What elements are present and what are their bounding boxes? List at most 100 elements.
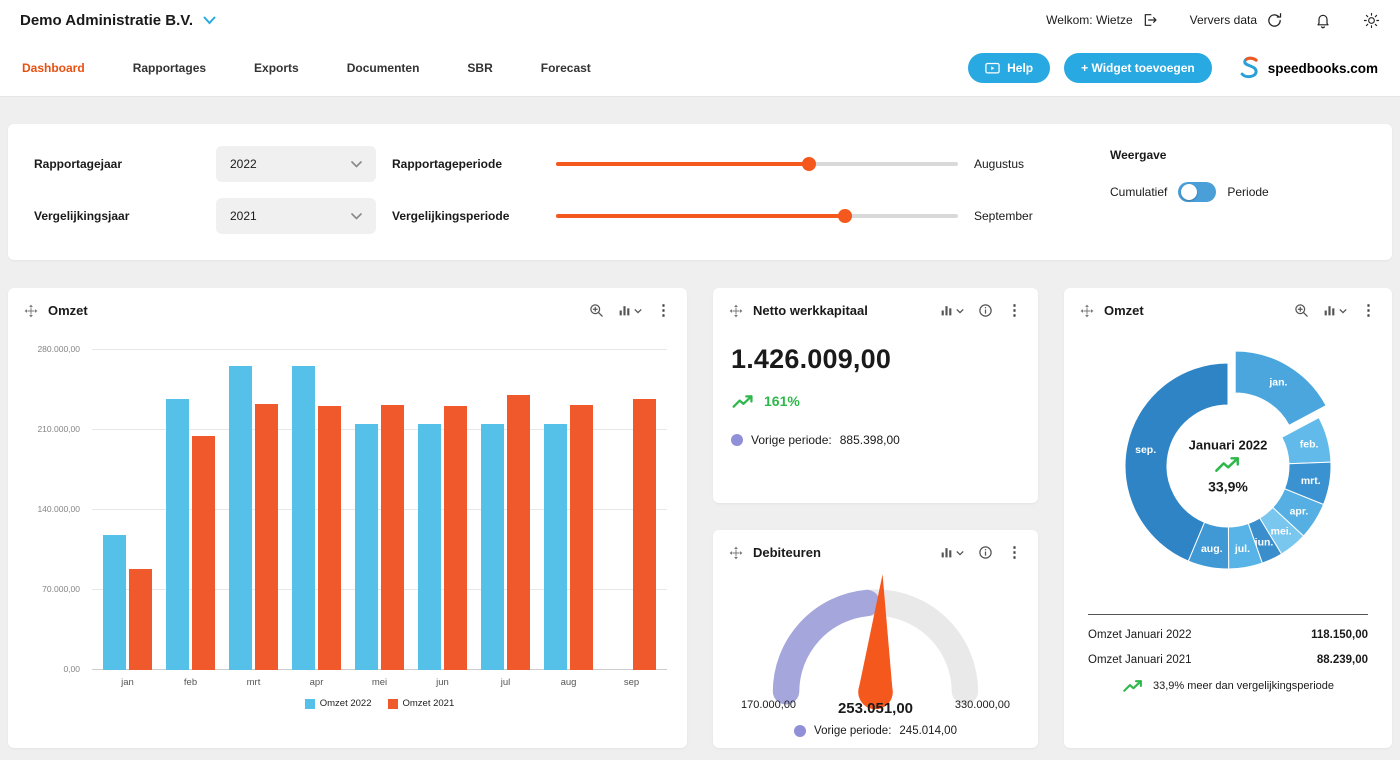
welcome-user[interactable]: Welkom: Wietze [1046, 12, 1157, 28]
brand-logo: speedbooks.com [1236, 54, 1378, 82]
zoom-icon[interactable] [1294, 303, 1309, 318]
nwk-percent: 161% [764, 393, 800, 409]
report-period-slider[interactable] [556, 156, 958, 172]
x-axis-tick: apr [310, 677, 324, 688]
drag-handle-icon[interactable] [729, 304, 743, 318]
donut-summary-row: Omzet Januari 2022 118.150,00 [1088, 629, 1368, 641]
gauge-value-label: 253.051,00 [838, 700, 913, 717]
nav-exports[interactable]: Exports [254, 61, 299, 75]
nwk-value: 1.426.009,00 [731, 344, 1020, 375]
info-icon[interactable] [978, 303, 993, 318]
caret-down-icon [634, 308, 642, 314]
y-axis-tick: 210.000,00 [37, 424, 80, 434]
chart-type-select[interactable] [940, 304, 964, 317]
bar-group-sep: sep [607, 350, 656, 670]
slider-knob[interactable] [802, 157, 816, 171]
slider-knob[interactable] [838, 209, 852, 223]
brand-text: speedbooks.com [1268, 61, 1378, 76]
legend-item: Omzet 2021 [388, 698, 455, 709]
refresh-icon[interactable] [1266, 12, 1283, 29]
report-year-select[interactable]: 2022 [216, 146, 376, 182]
chevron-down-icon [351, 213, 362, 220]
x-axis-tick: mei [372, 677, 387, 688]
report-year-value: 2022 [230, 157, 257, 171]
legend-item: Omzet 2022 [305, 698, 372, 709]
drag-handle-icon[interactable] [24, 304, 38, 318]
notifications-bell-icon[interactable] [1315, 11, 1331, 29]
compare-period-value: September [974, 209, 1066, 223]
omzet-bar-chart: 0,0070.000,00140.000,00210.000,00280.000… [92, 350, 667, 670]
caret-down-icon [1339, 308, 1347, 314]
nav-sbr[interactable]: SBR [467, 61, 492, 75]
add-widget-button[interactable]: + Widget toevoegen [1064, 53, 1212, 83]
nav-dashboard[interactable]: Dashboard [22, 61, 85, 75]
weergave-label: Weergave [1110, 148, 1366, 162]
cumulatief-periode-toggle[interactable] [1178, 182, 1216, 202]
compare-period-label: Vergelijkingsperiode [392, 209, 540, 223]
chart-type-select[interactable] [618, 304, 642, 317]
zoom-icon[interactable] [589, 303, 604, 318]
donut-slice-label: mrt. [1301, 475, 1321, 487]
bar-group-aug: aug [544, 350, 593, 670]
trend-up-icon [1122, 679, 1144, 693]
gauge-max-label: 330.000,00 [955, 699, 1010, 711]
bar [166, 399, 189, 670]
gauge-min-label: 170.000,00 [741, 699, 796, 711]
compare-period-slider[interactable] [556, 208, 958, 224]
kebab-menu-icon[interactable]: ⋮ [1361, 303, 1376, 318]
help-button[interactable]: Help [968, 53, 1050, 83]
donut-slice-label: jul. [1234, 543, 1250, 555]
x-axis-tick: jul [501, 677, 511, 688]
nav-rapportages[interactable]: Rapportages [133, 61, 206, 75]
card-title-debiteuren: Debiteuren [753, 545, 821, 560]
bar [444, 406, 467, 670]
bar [229, 366, 252, 670]
chart-type-select[interactable] [940, 546, 964, 559]
chevron-down-icon [351, 161, 362, 168]
chart-type-select[interactable] [1323, 304, 1347, 317]
donut-slice-label: jan. [1268, 376, 1287, 388]
trend-up-icon [731, 394, 755, 409]
bar-group-mrt: mrt [229, 350, 278, 670]
kebab-menu-icon[interactable]: ⋮ [1007, 545, 1022, 560]
y-axis-tick: 70.000,00 [42, 584, 80, 594]
drag-handle-icon[interactable] [729, 546, 743, 560]
chevron-down-icon[interactable] [203, 16, 216, 25]
bar [292, 366, 315, 670]
compare-year-select[interactable]: 2021 [216, 198, 376, 234]
drag-handle-icon[interactable] [1080, 304, 1094, 318]
weergave-section: Weergave Cumulatief Periode [1066, 146, 1366, 234]
nav-documenten[interactable]: Documenten [347, 61, 420, 75]
compare-year-value: 2021 [230, 209, 257, 223]
theme-brightness-icon[interactable] [1363, 12, 1380, 29]
help-video-icon [985, 62, 1000, 75]
refresh-label: Ververs data [1190, 13, 1257, 27]
nav-items: Dashboard Rapportages Exports Documenten… [22, 61, 591, 75]
row-value: 88.239,00 [1317, 654, 1368, 666]
previous-period-label: Vorige periode: [814, 725, 891, 737]
company-switcher[interactable]: Demo Administratie B.V. [20, 12, 193, 29]
logout-icon[interactable] [1142, 12, 1158, 28]
debiteuren-card: Debiteuren ⋮ 170.000,00 253.051,00 [713, 530, 1038, 748]
refresh-data[interactable]: Ververs data [1190, 12, 1283, 29]
bar-group-jan: jan [103, 350, 152, 670]
bar [570, 405, 593, 670]
omzet-donut-chart: jan.feb.mrt.apr.mei.jun.jul.aug.sep. Jan… [1088, 326, 1368, 606]
x-axis-tick: mrt [247, 677, 261, 688]
kebab-menu-icon[interactable]: ⋮ [656, 303, 671, 318]
row-label: Omzet Januari 2022 [1088, 629, 1192, 641]
slider-fill [556, 162, 809, 166]
bar-group-feb: feb [166, 350, 215, 670]
info-icon[interactable] [978, 545, 993, 560]
bar [381, 405, 404, 670]
nav-forecast[interactable]: Forecast [541, 61, 591, 75]
chart-legend: Omzet 2022 Omzet 2021 [72, 698, 687, 709]
bar [507, 395, 530, 670]
bar-group-jul: jul [481, 350, 530, 670]
bar [255, 404, 278, 670]
report-year-label: Rapportagejaar [34, 157, 200, 171]
toggle-left-label: Cumulatief [1110, 185, 1167, 199]
toggle-right-label: Periode [1227, 185, 1268, 199]
donut-slice-label: sep. [1135, 444, 1156, 456]
kebab-menu-icon[interactable]: ⋮ [1007, 303, 1022, 318]
